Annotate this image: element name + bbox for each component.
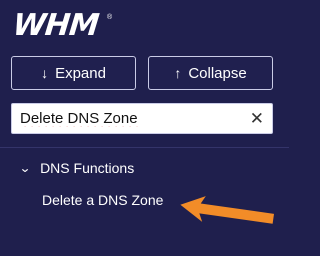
trademark-mark: ® (107, 14, 113, 21)
divider (0, 147, 289, 148)
arrow-left-pointer-icon (180, 196, 275, 224)
expand-button[interactable]: ↓ Expand (11, 56, 136, 90)
sidebar: WHM ® ↓ Expand ↑ Collapse ✕ ⌄ DNS Functi… (0, 0, 289, 256)
expand-label: Expand (55, 64, 106, 82)
search-box: ✕ (11, 103, 273, 134)
search-input[interactable] (12, 103, 242, 134)
collapse-label: Collapse (188, 64, 247, 82)
category-dns-functions[interactable]: ⌄ DNS Functions (18, 160, 135, 176)
whm-logo[interactable]: WHM (11, 8, 100, 43)
chevron-down-icon: ⌄ (18, 161, 32, 175)
arrow-up-icon: ↑ (174, 65, 182, 81)
collapse-button[interactable]: ↑ Collapse (148, 56, 273, 90)
clear-search-icon[interactable]: ✕ (250, 109, 264, 129)
arrow-down-icon: ↓ (41, 65, 49, 81)
category-label: DNS Functions (40, 160, 135, 176)
nav-item-delete-dns-zone[interactable]: Delete a DNS Zone (42, 192, 163, 208)
